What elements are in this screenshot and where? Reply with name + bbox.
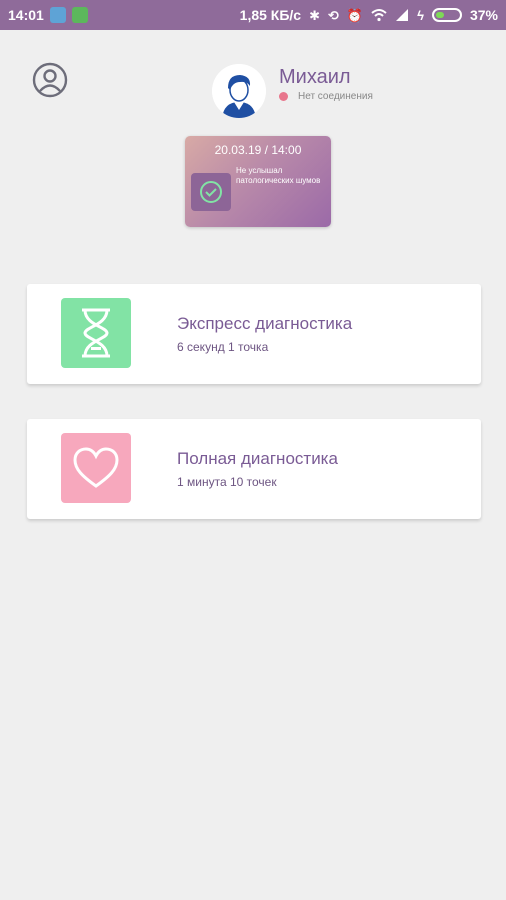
battery-icon — [431, 8, 462, 22]
wifi-icon — [371, 9, 387, 22]
alarm-icon: ⏰ — [346, 7, 364, 23]
heart-icon — [61, 433, 131, 503]
network-speed: 1,85 КБ/с — [239, 7, 302, 23]
location-app-icon — [49, 7, 66, 23]
express-diagnostics-subtitle: 6 секунд 1 точка — [177, 340, 269, 354]
check-circle-icon — [191, 173, 231, 211]
connection-status-dot — [279, 92, 288, 101]
connection-status: Нет соединения — [279, 91, 373, 102]
full-diagnostics-subtitle: 1 минута 10 точек — [177, 475, 277, 489]
express-diagnostics-title: Экспресс диагностика — [177, 314, 353, 333]
bluetooth-icon: ✱ — [309, 7, 320, 23]
battery-percent: 37% — [469, 7, 498, 23]
avatar[interactable] — [212, 64, 266, 118]
last-result-card[interactable]: 20.03.19 / 14:00 Не услышал патологическ… — [185, 136, 331, 227]
result-message: Не услышал патологических шумов — [236, 166, 321, 185]
express-diagnostics-card[interactable]: Экспресс диагностика 6 секунд 1 точка — [27, 284, 481, 384]
sync-off-icon: ⟲ — [327, 7, 339, 23]
status-time: 14:01 — [8, 7, 44, 23]
result-datetime: 20.03.19 / 14:00 — [214, 143, 302, 157]
connection-status-label: Нет соединения — [298, 91, 373, 102]
signal-icon — [396, 9, 409, 21]
charging-icon: ϟ — [417, 7, 424, 23]
user-name: Михаил — [279, 66, 351, 88]
full-diagnostics-card[interactable]: Полная диагностика 1 минута 10 точек — [27, 419, 481, 519]
full-diagnostics-title: Полная диагностика — [177, 449, 338, 468]
hourglass-icon — [61, 298, 131, 368]
status-bar: 14:01 1,85 КБ/с ✱ ⟲ ⏰ ϟ 37% — [0, 0, 506, 30]
profile-icon[interactable] — [32, 62, 68, 98]
android-app-icon — [71, 7, 88, 23]
